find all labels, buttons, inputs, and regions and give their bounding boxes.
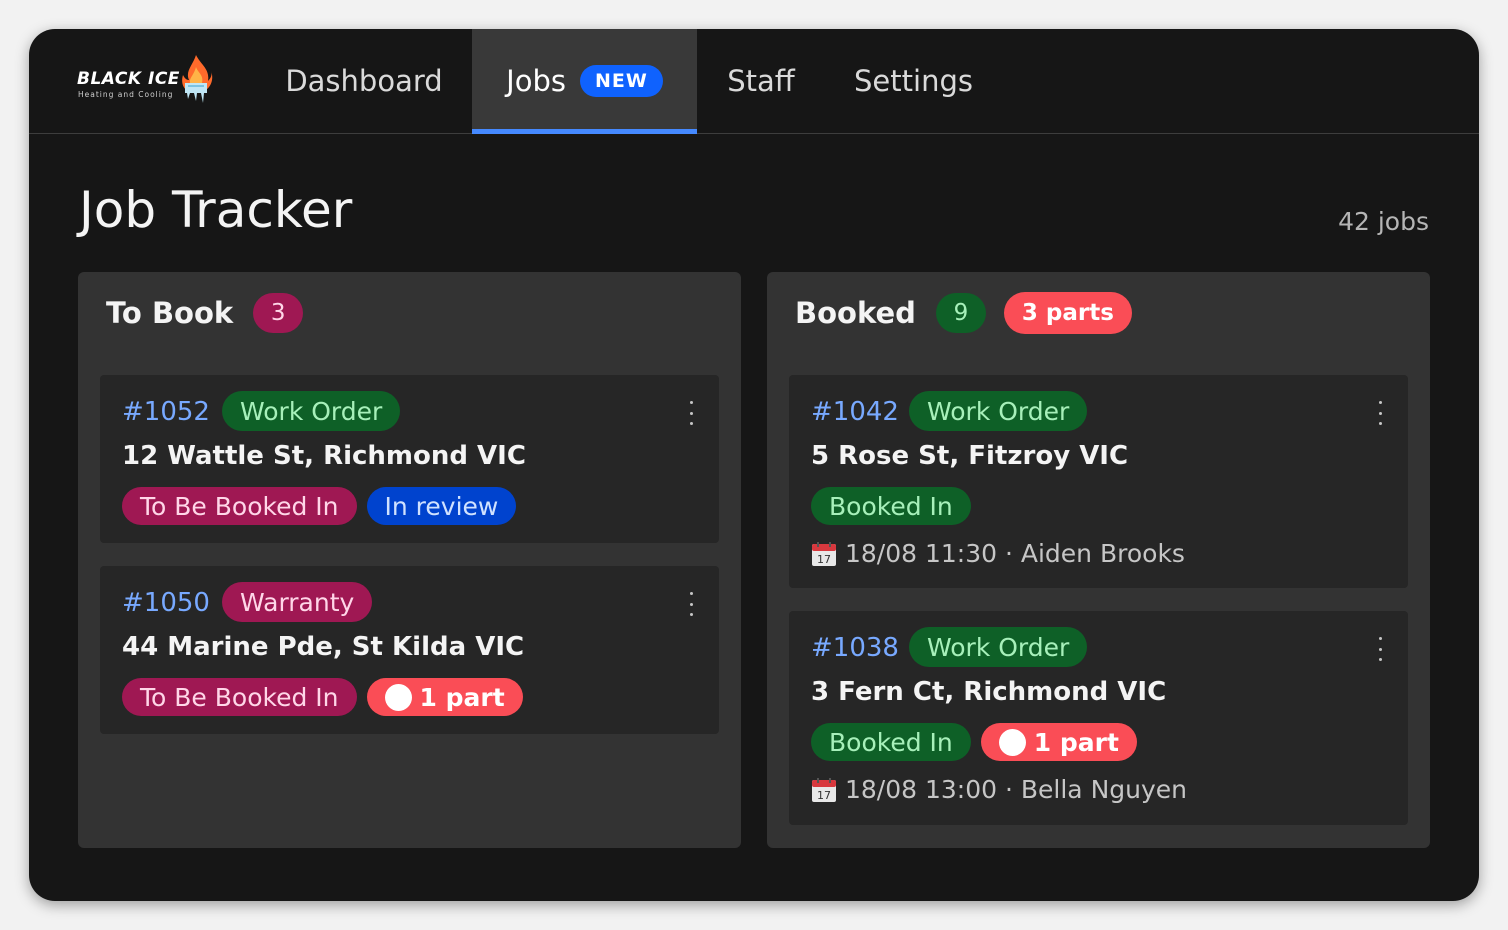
job-status-tags: Booked In 1 part <box>811 723 1137 761</box>
page-title: Job Tracker <box>79 181 353 239</box>
tab-jobs-label: Jobs <box>506 64 566 98</box>
job-id[interactable]: #1052 <box>122 397 210 427</box>
app-window: BLACK ICE Heating and Cooling Dashboard … <box>29 29 1479 901</box>
job-type-tag: Warranty <box>222 582 373 622</box>
job-card-1050[interactable]: #1050 Warranty 44 Marine Pde, St Kilda V… <box>100 566 719 734</box>
job-type-tag: Work Order <box>222 391 401 431</box>
job-address: 44 Marine Pde, St Kilda VIC <box>122 632 525 662</box>
parts-label: 1 part <box>419 682 505 712</box>
job-status-tags: Booked In <box>811 487 971 525</box>
column-to-book: To Book 3 #1052 Work Order 12 Wattle St,… <box>78 272 741 848</box>
job-card-1052[interactable]: #1052 Work Order 12 Wattle St, Richmond … <box>100 375 719 543</box>
job-card-1042[interactable]: #1042 Work Order 5 Rose St, Fitzroy VIC … <box>789 375 1408 588</box>
kebab-menu-icon[interactable] <box>683 592 699 616</box>
column-count-badge: 3 <box>253 293 304 333</box>
tab-dashboard[interactable]: Dashboard <box>259 29 469 133</box>
calendar-icon: 17 <box>812 541 836 566</box>
booking-text: 18/08 11:30 · Aiden Brooks <box>845 539 1185 568</box>
flame-ice-logo-icon <box>182 55 213 103</box>
brand-logo[interactable]: BLACK ICE Heating and Cooling <box>77 53 217 109</box>
column-parts-badge: 3 parts <box>1003 292 1132 334</box>
logo-subtitle: Heating and Cooling <box>78 90 174 99</box>
new-badge: NEW <box>579 65 663 97</box>
job-id[interactable]: #1038 <box>811 633 899 663</box>
kebab-menu-icon[interactable] <box>683 401 699 425</box>
job-address: 12 Wattle St, Richmond VIC <box>122 441 526 471</box>
top-nav: BLACK ICE Heating and Cooling Dashboard … <box>29 29 1479 134</box>
status-tag: Booked In <box>811 487 971 525</box>
tab-jobs[interactable]: Jobs NEW <box>472 29 697 134</box>
part-dot-icon <box>384 683 412 711</box>
part-dot-icon <box>998 728 1026 756</box>
tab-settings[interactable]: Settings <box>841 29 986 133</box>
job-address: 3 Fern Ct, Richmond VIC <box>811 677 1167 707</box>
tab-dashboard-label: Dashboard <box>285 64 443 98</box>
column-header: To Book 3 <box>106 292 304 334</box>
column-title: To Book <box>106 296 234 330</box>
column-booked: Booked 9 3 parts #1042 Work Order 5 Rose… <box>767 272 1430 848</box>
column-header: Booked 9 3 parts <box>795 292 1132 334</box>
job-address: 5 Rose St, Fitzroy VIC <box>811 441 1129 471</box>
job-type-tag: Work Order <box>909 391 1088 431</box>
column-count-badge: 9 <box>935 293 986 333</box>
status-tag: To Be Booked In <box>122 678 357 716</box>
parts-pill: 1 part <box>366 678 523 716</box>
kebab-menu-icon[interactable] <box>1372 637 1388 661</box>
job-status-tags: To Be Booked In 1 part <box>122 678 523 716</box>
job-type-tag: Work Order <box>909 627 1088 667</box>
job-id[interactable]: #1050 <box>122 588 210 618</box>
job-count: 42 jobs <box>1338 207 1429 236</box>
parts-pill: 1 part <box>980 723 1137 761</box>
job-card-1038[interactable]: #1038 Work Order 3 Fern Ct, Richmond VIC… <box>789 611 1408 825</box>
booking-info: 17 18/08 11:30 · Aiden Brooks <box>811 539 1185 568</box>
status-tag: Booked In <box>811 723 971 761</box>
svg-text:17: 17 <box>817 789 831 802</box>
svg-text:17: 17 <box>817 553 831 566</box>
job-status-tags: To Be Booked In In review <box>122 487 517 525</box>
parts-label: 1 part <box>1033 727 1119 757</box>
booking-info: 17 18/08 13:00 · Bella Nguyen <box>811 775 1187 804</box>
job-id[interactable]: #1042 <box>811 397 899 427</box>
tab-staff[interactable]: Staff <box>711 29 811 133</box>
calendar-icon: 17 <box>812 777 836 802</box>
tab-settings-label: Settings <box>854 64 973 98</box>
tab-staff-label: Staff <box>727 64 795 98</box>
booking-text: 18/08 13:00 · Bella Nguyen <box>845 775 1188 804</box>
logo-text: BLACK ICE <box>77 69 180 89</box>
kebab-menu-icon[interactable] <box>1372 401 1388 425</box>
review-tag: In review <box>366 487 517 525</box>
status-tag: To Be Booked In <box>122 487 357 525</box>
column-title: Booked <box>795 296 916 330</box>
